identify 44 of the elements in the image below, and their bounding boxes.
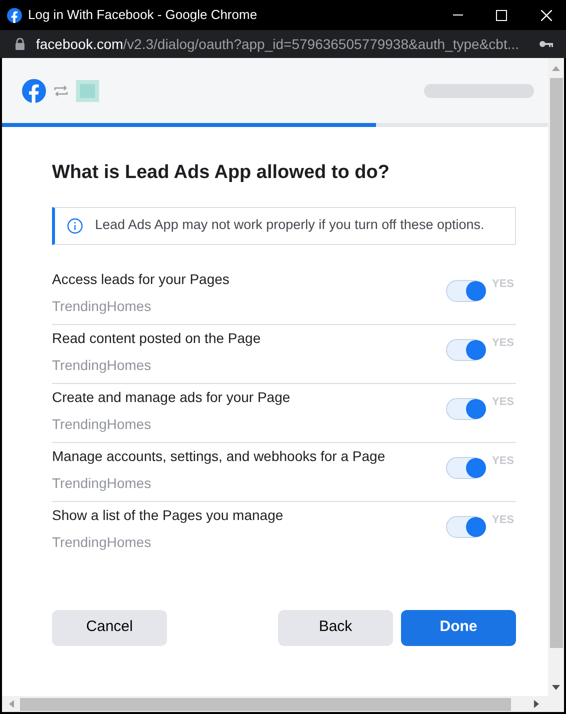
window-title: Log in With Facebook - Google Chrome bbox=[28, 6, 258, 24]
permission-title: Manage accounts, settings, and webhooks for a Page bbox=[52, 446, 386, 466]
page-name: TrendingHomes bbox=[52, 356, 152, 375]
page-name: TrendingHomes bbox=[52, 414, 152, 434]
scroll-left-icon[interactable] bbox=[9, 700, 14, 708]
page-name: TrendingHomes bbox=[52, 474, 152, 493]
permission-title: Show a list of the Pages you manage bbox=[52, 506, 284, 525]
maximize-icon[interactable] bbox=[496, 10, 507, 20]
back-button[interactable]: Back bbox=[278, 610, 393, 646]
swap-icon bbox=[53, 84, 69, 96]
lock-icon bbox=[15, 38, 25, 50]
scrollbar-thumb[interactable] bbox=[20, 698, 511, 710]
permission-toggle[interactable] bbox=[446, 398, 484, 420]
vertical-scrollbar[interactable] bbox=[548, 58, 564, 696]
page-name: TrendingHomes bbox=[52, 533, 152, 552]
permission-toggle[interactable] bbox=[446, 516, 484, 538]
permission-title: Access leads for your Pages bbox=[52, 270, 230, 289]
permission-title: Read content posted on the Page bbox=[52, 328, 262, 348]
toggle-state-label: YES bbox=[492, 513, 516, 528]
page-name: TrendingHomes bbox=[52, 296, 152, 316]
cancel-button[interactable]: Cancel bbox=[52, 610, 167, 646]
scroll-down-icon[interactable] bbox=[552, 685, 560, 690]
scroll-up-icon[interactable] bbox=[552, 66, 560, 71]
scrollbar-thumb[interactable] bbox=[550, 78, 562, 648]
notice-text: Lead Ads App may not work properly if you turn off these options. bbox=[95, 216, 484, 234]
permission-toggle[interactable] bbox=[446, 338, 484, 360]
key-icon[interactable] bbox=[539, 40, 553, 48]
toggle-state-label: YES bbox=[492, 394, 516, 410]
dialog-heading: What is Lead Ads App allowed to do? bbox=[52, 161, 390, 185]
permission-toggle[interactable] bbox=[446, 456, 484, 478]
toggle-state-label: YES bbox=[492, 276, 516, 292]
toggle-state-label: YES bbox=[492, 336, 516, 350]
done-button[interactable]: Done bbox=[401, 610, 516, 646]
info-icon bbox=[67, 218, 83, 234]
toggle-state-label: YES bbox=[492, 454, 516, 468]
horizontal-scrollbar[interactable] bbox=[2, 696, 564, 712]
facebook-logo-icon bbox=[7, 8, 22, 22]
app-icon bbox=[76, 80, 99, 102]
close-icon[interactable] bbox=[541, 10, 552, 20]
scroll-right-icon[interactable] bbox=[534, 700, 539, 708]
facebook-logo-icon bbox=[22, 78, 46, 102]
url-text: facebook.com/v2.3/dialog/oauth?app_id=579636505779938&auth_type&cbt... bbox=[36, 34, 520, 54]
permission-toggle[interactable] bbox=[446, 280, 484, 302]
permission-title: Create and manage ads for your Page bbox=[52, 388, 292, 407]
